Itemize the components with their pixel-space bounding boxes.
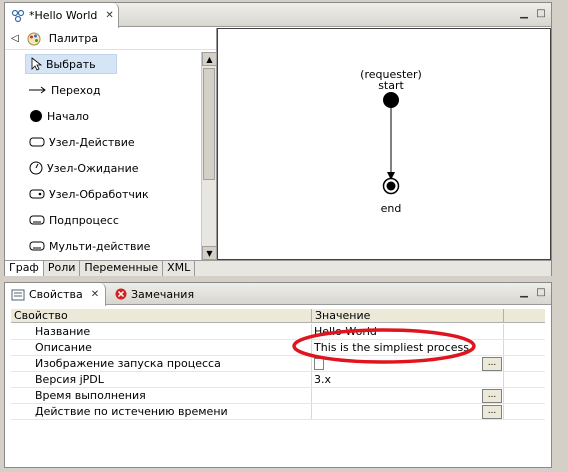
palette-item-multiaction[interactable]: Мульти-действие [25, 236, 154, 256]
wait-node-icon [29, 161, 43, 175]
tab-problems-label: Замечания [131, 287, 195, 301]
palette-item-select[interactable]: Выбрать [25, 54, 117, 74]
maximize-icon[interactable]: □ [534, 7, 548, 21]
table-row[interactable]: Изображение запуска процесса ... [11, 356, 545, 372]
tab-graph[interactable]: Граф [5, 261, 44, 276]
table-row[interactable]: Действие по истечению времени ... [11, 404, 545, 420]
property-name: Время выполнения [35, 389, 146, 402]
tab-problems[interactable]: Замечания [109, 283, 200, 305]
end-node-label: end [381, 202, 402, 215]
scroll-up-icon[interactable]: ▲ [202, 52, 217, 66]
table-row[interactable]: Версия jPDL 3.x [11, 372, 545, 388]
palette-item-label: Подпроцесс [49, 213, 119, 227]
palette-title: Палитра [48, 32, 99, 45]
minimize-icon[interactable]: ▁ [517, 7, 531, 21]
properties-table: Свойство Значение Название Hello World О… [11, 309, 545, 463]
process-editor: *Hello World ✕ ▁ □ ◁ Палитра Выбрать Пер… [4, 2, 552, 276]
diagram-canvas[interactable]: (requester) start end [217, 28, 551, 260]
diagram: (requester) start end [360, 68, 422, 215]
palette-icon [27, 32, 41, 45]
tab-roles[interactable]: Роли [44, 261, 81, 276]
collapse-palette-icon[interactable]: ◁ [11, 33, 19, 44]
editor-tab-label: *Hello World [29, 9, 98, 22]
property-name: Изображение запуска процесса [35, 357, 221, 370]
table-row[interactable]: Время выполнения ... [11, 388, 545, 404]
property-value[interactable]: Hello World [314, 325, 377, 338]
action-node-icon [29, 137, 45, 147]
properties-icon [11, 289, 25, 300]
palette-item-start[interactable]: Начало [25, 106, 93, 126]
property-value[interactable]: This is the simpliest process [314, 341, 469, 354]
editor-page-tabs: Граф Роли Переменные XML [5, 260, 551, 276]
edit-timeout-action-button[interactable]: ... [482, 405, 502, 419]
cursor-icon [31, 57, 42, 71]
palette-header: ◁ Палитра [5, 28, 216, 50]
editor-tabbar: *Hello World ✕ ▁ □ [5, 3, 551, 28]
browse-image-button[interactable]: ... [482, 357, 502, 371]
table-row[interactable]: Описание This is the simpliest process [11, 340, 545, 356]
properties-tabbar: Свойства ✕ Замечания ▁ □ [5, 283, 551, 306]
palette-item-label: Узел-Ожидание [47, 161, 139, 175]
scroll-down-icon[interactable]: ▼ [202, 246, 217, 260]
column-header-property[interactable]: Свойство [11, 309, 312, 323]
close-icon[interactable]: ✕ [91, 289, 99, 300]
palette-item-handler-node[interactable]: Узел-Обработчик [25, 184, 153, 204]
tab-properties[interactable]: Свойства ✕ [5, 283, 107, 306]
properties-view: Свойства ✕ Замечания ▁ □ Свойство Значен… [4, 282, 552, 468]
property-name: Название [35, 325, 91, 338]
tab-xml[interactable]: XML [163, 261, 196, 276]
property-name: Версия jPDL [35, 373, 104, 386]
property-value[interactable]: 3.x [314, 373, 331, 386]
table-row[interactable]: Название Hello World [11, 324, 545, 340]
start-node-icon [30, 110, 42, 122]
end-node-core [386, 181, 396, 191]
tab-variables[interactable]: Переменные [80, 261, 164, 276]
palette-item-label: Мульти-действие [49, 239, 151, 253]
palette: ◁ Палитра Выбрать Переход Начало Узел-Де… [5, 28, 217, 260]
tab-properties-label: Свойства [29, 288, 83, 301]
image-file-icon [314, 358, 324, 370]
error-icon [115, 288, 127, 300]
maximize-icon[interactable]: □ [534, 286, 548, 300]
subprocess-icon [29, 215, 45, 225]
column-header-value[interactable]: Значение [312, 309, 504, 323]
palette-item-subprocess[interactable]: Подпроцесс [25, 210, 123, 230]
property-name: Действие по истечению времени [35, 405, 228, 418]
palette-item-label: Начало [47, 109, 90, 123]
editor-tab-hello-world[interactable]: *Hello World ✕ [5, 3, 119, 28]
palette-item-label: Узел-Обработчик [49, 187, 149, 201]
handler-node-icon [29, 189, 45, 199]
start-node[interactable] [383, 92, 399, 108]
palette-item-label: Выбрать [46, 57, 96, 71]
edit-duration-button[interactable]: ... [482, 389, 502, 403]
multiaction-icon [29, 241, 45, 251]
palette-item-label: Переход [51, 83, 101, 97]
property-name: Описание [35, 341, 92, 354]
arrow-icon [29, 86, 46, 94]
palette-item-wait-node[interactable]: Узел-Ожидание [25, 158, 143, 178]
scrollbar-thumb[interactable] [203, 68, 215, 180]
palette-list: Выбрать Переход Начало Узел-Действие Узе… [5, 52, 200, 260]
palette-item-label: Узел-Действие [49, 135, 135, 149]
palette-item-transition[interactable]: Переход [25, 80, 105, 100]
palette-scrollbar[interactable]: ▲ ▼ [201, 52, 217, 260]
minimize-icon[interactable]: ▁ [517, 286, 531, 300]
palette-item-action-node[interactable]: Узел-Действие [25, 132, 139, 152]
start-node-label: start [378, 79, 404, 92]
process-icon [11, 9, 25, 22]
close-icon[interactable]: ✕ [105, 10, 113, 21]
table-header: Свойство Значение [11, 309, 545, 323]
